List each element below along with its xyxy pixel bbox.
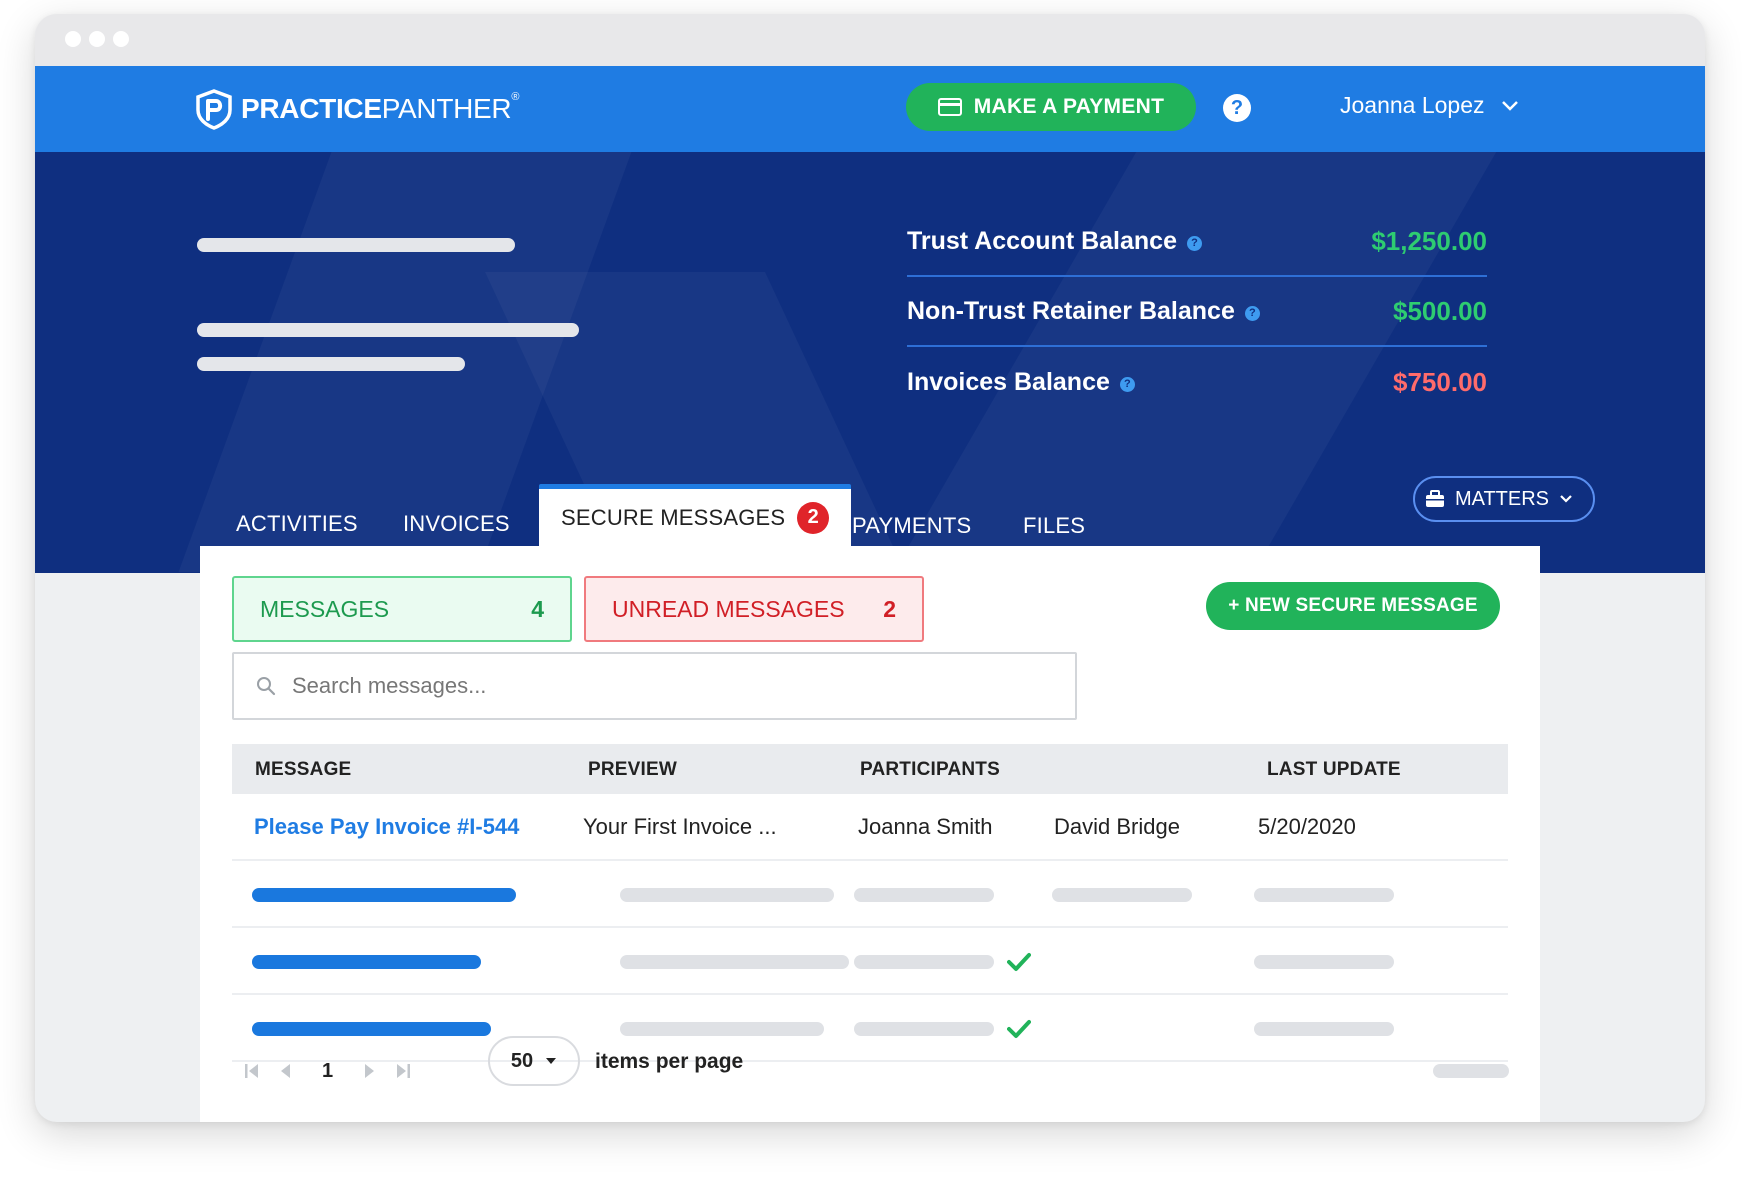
table-row[interactable] [232,995,1508,1062]
placeholder-text-bar [197,357,465,371]
placeholder-text-bar [197,238,515,252]
tab-files[interactable]: FILES [1023,506,1085,546]
chevron-down-icon [1501,100,1518,111]
pagination: 1 [232,1046,411,1096]
secure-messages-panel: MESSAGES 4 UNREAD MESSAGES 2 + NEW SECUR… [200,546,1540,1122]
brand-logo[interactable]: PRACTICEPANTHER® [193,88,519,130]
placeholder-message-bar [252,888,516,902]
col-participants[interactable]: PARTICIPANTS [860,759,1000,781]
search-input[interactable] [292,673,992,699]
info-icon[interactable]: ? [1119,376,1135,392]
table-header: MESSAGE PREVIEW PARTICIPANTS LAST UPDATE [232,744,1508,794]
placeholder-total-bar [1433,1064,1509,1078]
placeholder-date-bar [1254,955,1394,969]
message-subject-link[interactable]: Please Pay Invoice #I-544 [254,814,519,840]
matters-dropdown[interactable]: MATTERS [1413,476,1595,522]
message-preview: Your First Invoice ... [583,814,777,839]
current-page: 1 [322,1059,334,1082]
tab-secure-messages[interactable]: SECURE MESSAGES 2 [539,484,852,546]
col-last-update[interactable]: LAST UPDATE [1267,759,1401,781]
unread-messages-filter[interactable]: UNREAD MESSAGES 2 [584,576,924,642]
chevron-down-icon [1560,495,1572,503]
messages-filter-label: MESSAGES [260,595,390,622]
matters-label: MATTERS [1454,487,1550,510]
placeholder-participant-bar [854,1022,994,1036]
trust-balance-label: Trust Account Balance? [907,227,1202,256]
tab-activities[interactable]: ACTIVITIES [236,504,358,544]
user-menu[interactable]: Joanna Lopez [1340,92,1519,119]
window-dot [113,31,129,47]
credit-card-icon [937,98,962,116]
unread-messages-filter-count: 2 [883,595,896,622]
check-icon [1007,1020,1031,1038]
items-per-page-label: items per page [595,1050,744,1073]
info-icon[interactable]: ? [1244,305,1260,321]
trust-balance-row: Trust Account Balance? $1,250.00 [907,207,1487,277]
invoices-balance-label: Invoices Balance? [907,368,1135,397]
top-nav-bar: PRACTICEPANTHER® MAKE A PAYMENT ? Joanna… [35,66,1705,152]
unread-count-badge: 2 [797,501,830,534]
tab-payments[interactable]: PAYMENTS [852,506,971,546]
placeholder-preview-bar [620,955,849,969]
participant: David Bridge [1054,814,1180,839]
placeholder-message-bar [252,1022,491,1036]
search-box [232,652,1077,720]
table-row[interactable]: Please Pay Invoice #I-544 Your First Inv… [232,794,1508,861]
trust-balance-value: $1,250.00 [1371,225,1487,256]
col-preview[interactable]: PREVIEW [588,759,677,781]
next-page-icon[interactable] [363,1062,377,1080]
info-icon[interactable]: ? [1186,235,1202,251]
items-per-page-select[interactable]: 50 [488,1036,580,1086]
participant: Joanna Smith [858,814,993,839]
brand-name: PRACTICEPANTHER® [241,91,520,124]
last-page-icon[interactable] [395,1062,411,1080]
retainer-balance-row: Non-Trust Retainer Balance? $500.00 [907,277,1487,347]
table-row[interactable] [232,861,1508,928]
window-dot [65,31,81,47]
make-payment-button[interactable]: MAKE A PAYMENT [906,83,1196,131]
previous-page-icon[interactable] [278,1062,292,1080]
caret-down-icon [546,1058,557,1064]
items-per-page-value: 50 [510,1049,534,1072]
invoices-balance-row: Invoices Balance? $750.00 [907,347,1487,417]
window-dot [89,31,105,47]
placeholder-participant-bar [854,888,994,902]
make-payment-label: MAKE A PAYMENT [973,95,1165,118]
messages-filter[interactable]: MESSAGES 4 [232,576,572,642]
placeholder-date-bar [1254,888,1394,902]
retainer-balance-value: $500.00 [1393,295,1487,326]
search-icon [257,677,276,696]
placeholder-preview-bar [620,1022,824,1036]
retainer-balance-label: Non-Trust Retainer Balance? [907,297,1260,326]
new-secure-message-button[interactable]: + NEW SECURE MESSAGE [1206,582,1500,630]
panther-shield-icon [196,89,232,130]
briefcase-icon [1425,490,1444,507]
placeholder-participant-bar [854,955,994,969]
browser-window: PRACTICEPANTHER® MAKE A PAYMENT ? Joanna… [35,14,1705,1122]
placeholder-date-bar [1254,1022,1394,1036]
col-message[interactable]: MESSAGE [255,759,351,781]
invoices-balance-value: $750.00 [1393,366,1487,397]
table-row[interactable] [232,928,1508,995]
help-icon[interactable]: ? [1223,94,1251,122]
first-page-icon[interactable] [244,1062,260,1080]
placeholder-text-bar [197,323,579,337]
user-name: Joanna Lopez [1340,92,1485,118]
placeholder-message-bar [252,955,481,969]
tab-invoices[interactable]: INVOICES [403,504,510,544]
last-update-date: 5/20/2020 [1258,814,1356,839]
unread-messages-filter-label: UNREAD MESSAGES [612,595,845,622]
check-icon [1007,953,1031,971]
placeholder-preview-bar [620,888,834,902]
tab-secure-messages-label: SECURE MESSAGES [561,504,786,530]
window-chrome [35,14,1705,66]
messages-filter-count: 4 [531,595,544,622]
placeholder-participant-bar [1052,888,1192,902]
